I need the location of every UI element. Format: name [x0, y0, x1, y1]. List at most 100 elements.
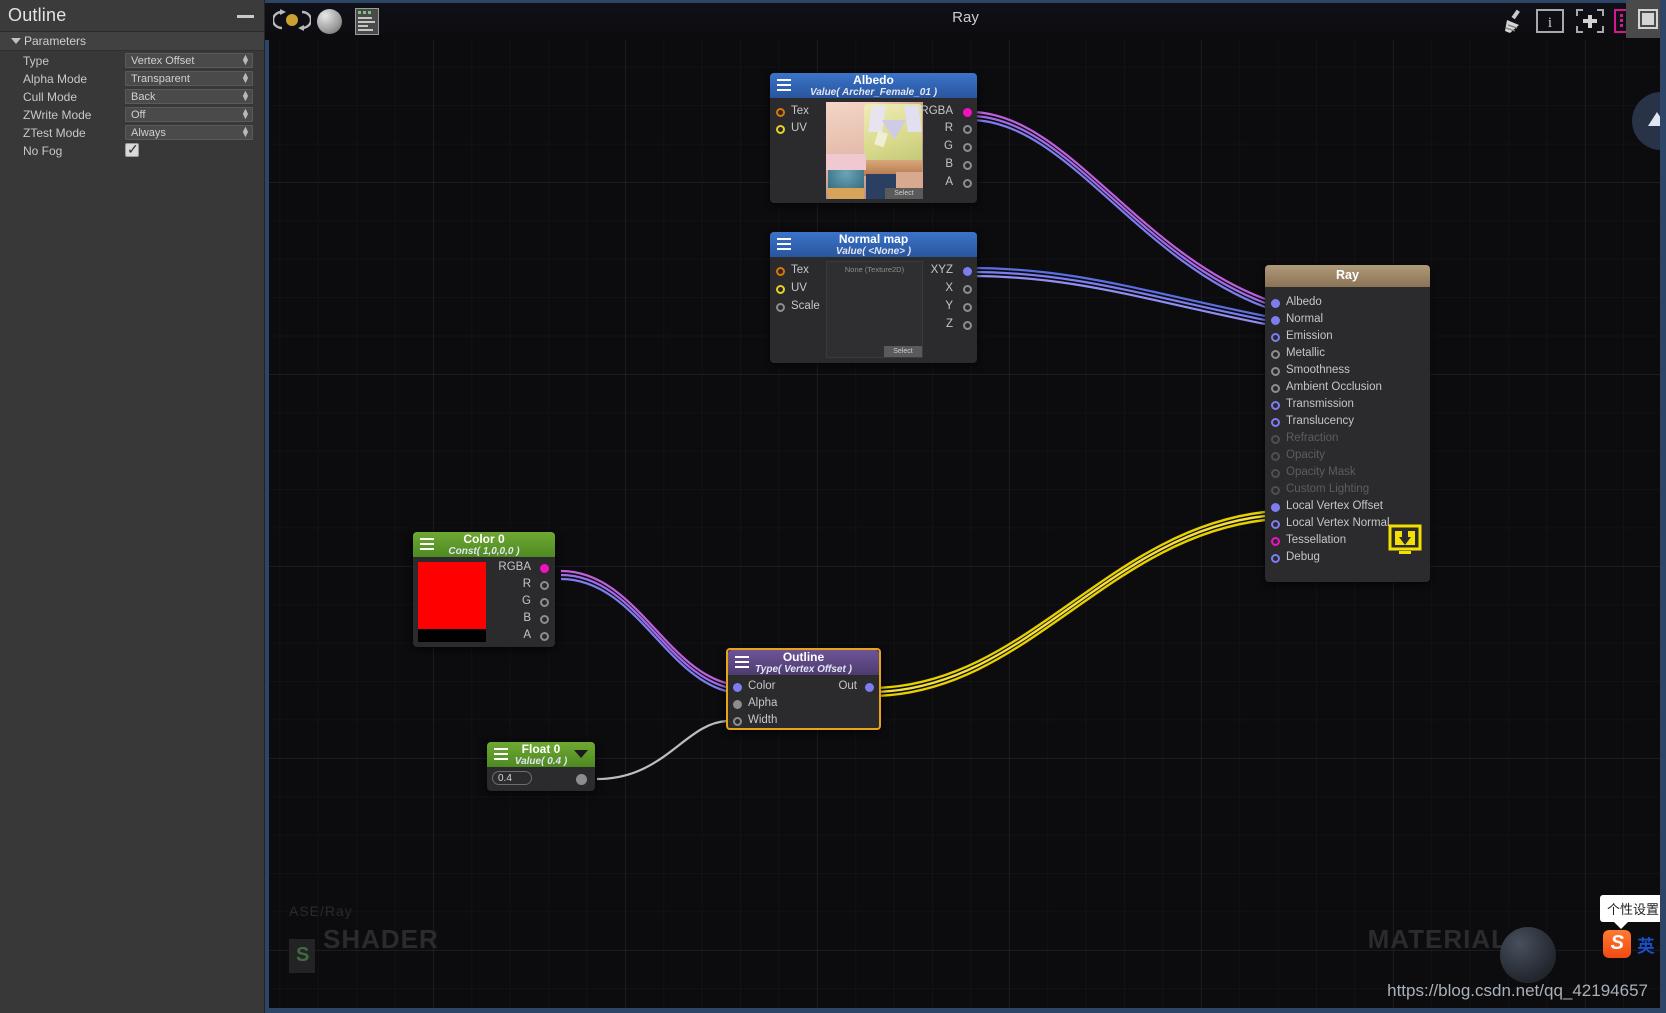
port-debug[interactable] [1271, 554, 1280, 563]
node-color-0[interactable]: Color 0 Const( 1,0,0,0 ) RGBA R G B A [413, 532, 555, 647]
node-menu-icon[interactable] [735, 656, 749, 668]
node-header[interactable]: Normal map Value( <None> ) [770, 232, 977, 257]
port-r[interactable] [540, 581, 549, 590]
port-opacity[interactable] [1271, 452, 1280, 461]
port-label-b: B [523, 612, 531, 624]
node-header[interactable]: Color 0 Const( 1,0,0,0 ) [413, 532, 555, 557]
port-r[interactable] [963, 125, 972, 134]
port-rgba[interactable] [963, 108, 972, 117]
port-refraction[interactable] [1271, 435, 1280, 444]
node-float-0[interactable]: Float 0 Value( 0.4 ) [487, 742, 595, 791]
texture-preview[interactable]: Select [826, 102, 923, 199]
port-rgba[interactable] [540, 564, 549, 573]
port-smoothness[interactable] [1271, 367, 1280, 376]
node-header[interactable]: Outline Type( Vertex Offset ) [728, 650, 879, 675]
node-outline[interactable]: Outline Type( Vertex Offset ) Color Alph… [726, 648, 881, 730]
node-menu-icon[interactable] [494, 748, 508, 760]
shader-graph-canvas[interactable]: Albedo Value( Archer_Female_01 ) Tex UV [265, 0, 1666, 1013]
port-y[interactable] [963, 303, 972, 312]
port-a[interactable] [540, 632, 549, 641]
chevron-down-icon[interactable] [574, 750, 588, 758]
port-color[interactable] [733, 683, 742, 692]
download-icon[interactable] [1388, 524, 1422, 554]
node-normal-map[interactable]: Normal map Value( <None> ) Tex UV Scale … [770, 232, 977, 363]
ime-toolbar[interactable]: S 英 · [1603, 930, 1666, 958]
port-alpha[interactable] [733, 700, 742, 709]
broom-clean-icon[interactable] [1501, 9, 1527, 38]
port-transmission[interactable] [1271, 401, 1280, 410]
port-custom-lighting[interactable] [1271, 486, 1280, 495]
parameters-section-header[interactable]: Parameters [0, 32, 264, 51]
info-icon[interactable]: i [1536, 9, 1564, 38]
minimize-icon[interactable] [237, 15, 254, 18]
port-scale[interactable] [776, 303, 785, 312]
port-width[interactable] [733, 717, 742, 726]
select-texture-button[interactable]: Select [885, 188, 923, 199]
port-z[interactable] [963, 321, 972, 330]
texture-preview[interactable]: None (Texture2D) Select [826, 261, 923, 358]
add-node-icon[interactable] [1576, 9, 1604, 38]
port-x[interactable] [963, 285, 972, 294]
sogou-logo-icon[interactable]: S [1603, 930, 1632, 958]
port-label-y: Y [945, 300, 953, 312]
no-fog-checkbox[interactable] [125, 141, 139, 158]
port-translucency[interactable] [1271, 418, 1280, 427]
node-header[interactable]: Albedo Value( Archer_Female_01 ) [770, 73, 977, 98]
texture-preview-placeholder: None (Texture2D) [844, 265, 905, 274]
port-tex[interactable] [776, 108, 785, 117]
port-local-vertex-normal[interactable] [1271, 520, 1280, 529]
stepper-icon[interactable]: ▲ ▼ [241, 53, 250, 67]
port-emission[interactable] [1271, 333, 1280, 342]
node-ray-master[interactable]: Ray Albedo Normal Emission Metallic Smoo… [1265, 265, 1430, 582]
param-row-cull-mode: Cull Mode Back ▲ ▼ [0, 88, 264, 106]
chevron-down-icon[interactable] [11, 38, 21, 44]
port-b[interactable] [963, 161, 972, 170]
port-tessellation[interactable] [1271, 537, 1280, 546]
port-xyz[interactable] [963, 267, 972, 276]
float-value-input[interactable] [492, 771, 532, 785]
node-header[interactable]: Ray [1265, 265, 1430, 287]
port-b[interactable] [540, 615, 549, 624]
port-albedo[interactable] [1271, 299, 1280, 308]
blog-url-watermark: https://blog.csdn.net/qq_42194657 [1387, 981, 1648, 1000]
shader-code-icon[interactable] [355, 8, 379, 40]
alpha-mode-dropdown[interactable]: Transparent ▲ ▼ [125, 71, 253, 86]
port-tex[interactable] [776, 267, 785, 276]
node-albedo[interactable]: Albedo Value( Archer_Female_01 ) Tex UV [770, 73, 977, 203]
port-uv[interactable] [776, 285, 785, 294]
port-normal[interactable] [1271, 316, 1280, 325]
sphere-preview-icon[interactable] [317, 9, 342, 34]
zwrite-mode-dropdown[interactable]: Off ▲ ▼ [125, 107, 253, 122]
stepper-icon[interactable]: ▲ ▼ [241, 125, 250, 139]
type-dropdown[interactable]: Vertex Offset ▲ ▼ [125, 53, 253, 68]
node-header[interactable]: Float 0 Value( 0.4 ) [487, 742, 595, 767]
material-watermark: MATERIAL [1367, 924, 1508, 954]
ime-mode-label[interactable]: 英 [1637, 932, 1654, 957]
port-label-b: B [945, 158, 953, 170]
port-label-r: R [522, 578, 531, 590]
parameters-section-label: Parameters [24, 34, 87, 48]
node-subtitle: Type( Vertex Offset ) [755, 664, 852, 675]
node-menu-icon[interactable] [420, 538, 434, 550]
port-out[interactable] [865, 683, 874, 692]
port-local-vertex-offset[interactable] [1271, 503, 1280, 512]
port-out[interactable] [576, 774, 587, 785]
node-menu-icon[interactable] [777, 79, 791, 91]
select-texture-button[interactable]: Select [884, 346, 922, 357]
stepper-icon[interactable]: ▲ ▼ [241, 89, 250, 103]
node-menu-icon[interactable] [777, 238, 791, 250]
port-metallic[interactable] [1271, 350, 1280, 359]
stepper-icon[interactable]: ▲ ▼ [241, 71, 250, 85]
port-opacity-mask[interactable] [1271, 469, 1280, 478]
port-a[interactable] [963, 179, 972, 188]
port-g[interactable] [540, 598, 549, 607]
cull-mode-dropdown[interactable]: Back ▲ ▼ [125, 89, 253, 104]
port-g[interactable] [963, 143, 972, 152]
ztest-mode-dropdown-value: Always [131, 127, 166, 139]
node-subtitle: Value( Archer_Female_01 ) [809, 87, 938, 98]
port-ambient-occlusion[interactable] [1271, 384, 1280, 393]
ztest-mode-dropdown[interactable]: Always ▲ ▼ [125, 125, 253, 140]
stepper-icon[interactable]: ▲ ▼ [241, 107, 250, 121]
refresh-material-icon[interactable] [271, 7, 313, 38]
port-uv[interactable] [776, 125, 785, 134]
